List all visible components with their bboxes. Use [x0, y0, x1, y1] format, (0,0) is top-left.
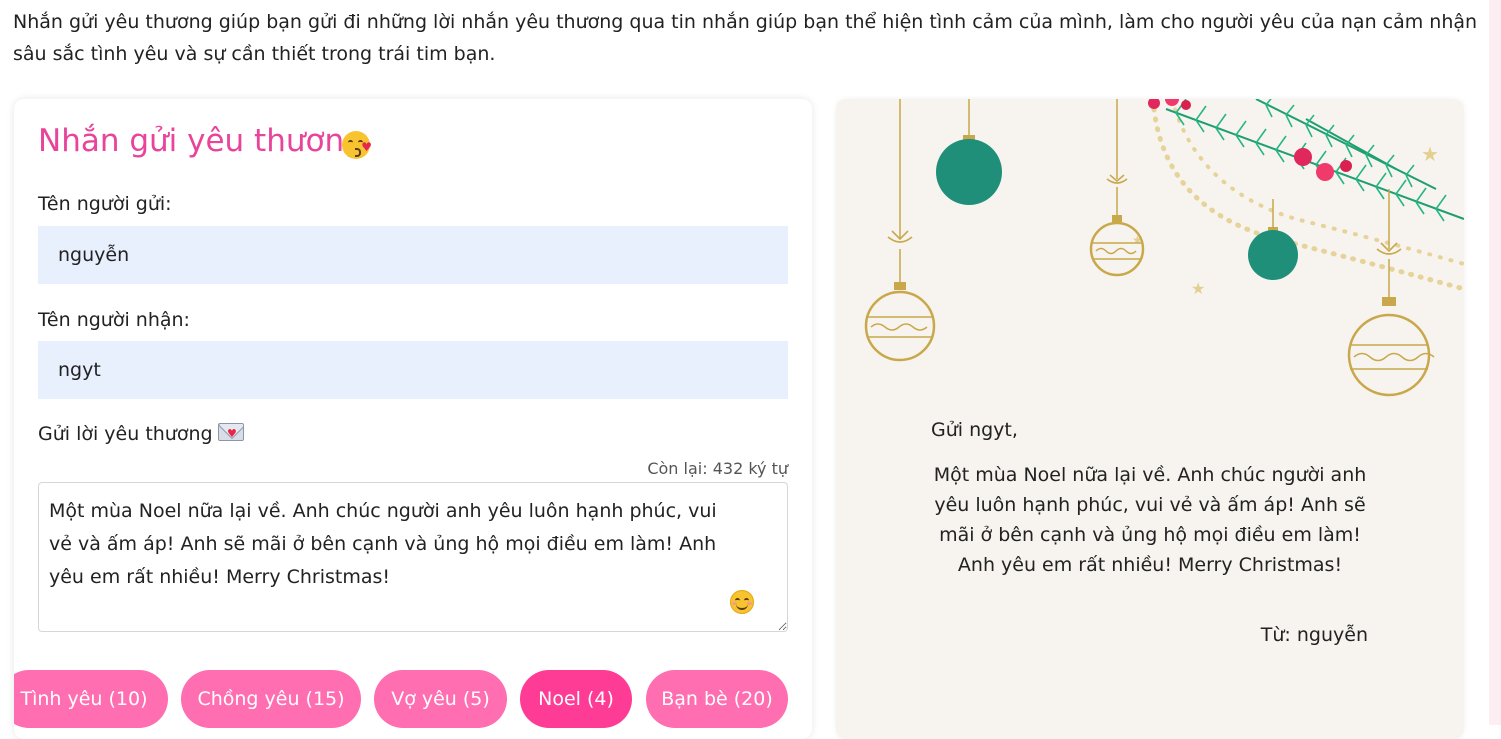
message-form-card: Nhắn gửi yêu thương ♥ Tên người gửi: Tên… — [14, 99, 812, 739]
svg-text:★: ★ — [1191, 279, 1205, 298]
category-pill-noel[interactable]: Noel (4) — [520, 670, 632, 728]
char-counter: Còn lại: 432 ký tự — [647, 459, 788, 478]
receiver-label: Tên người nhận: — [38, 309, 190, 331]
category-pill-vo-yeu[interactable]: Vợ yêu (5) — [374, 670, 507, 728]
love-letter-icon: ♥ — [218, 423, 244, 441]
preview-greeting: Gửi ngyt, — [931, 419, 1018, 441]
kissing-face-icon: ♥ — [342, 131, 372, 159]
category-tabs: Tình yêu (10) Chồng yêu (15) Vợ yêu (5) … — [14, 670, 812, 730]
page-scroll-edge — [1489, 0, 1501, 725]
message-label: Gửi lời yêu thương — [38, 423, 213, 445]
sender-name-input[interactable] — [38, 226, 788, 284]
message-preview-card: ★ ★ ★ Gửi ngyt, Một mùa Noel nữa lại về.… — [836, 99, 1464, 739]
sender-label: Tên người gửi: — [38, 193, 172, 215]
message-textarea[interactable]: Một mùa Noel nữa lại về. Anh chúc người … — [38, 482, 788, 632]
preview-message: Một mùa Noel nữa lại về. Anh chúc người … — [933, 464, 1367, 576]
christmas-ornaments-icon: ★ ★ ★ — [864, 99, 1464, 397]
category-pill-chong-yeu[interactable]: Chồng yêu (15) — [181, 670, 361, 728]
svg-text:★: ★ — [1421, 142, 1439, 166]
preview-signature: Từ: nguyễn — [1260, 624, 1368, 646]
smiling-face-icon[interactable] — [730, 590, 754, 614]
category-pill-tinh-yeu[interactable]: Tình yêu (10) — [14, 670, 168, 728]
intro-text: Nhắn gửi yêu thương giúp bạn gửi đi nhữn… — [13, 11, 1478, 65]
category-pill-ban-be[interactable]: Bạn bè (20) — [646, 670, 788, 728]
receiver-name-input[interactable] — [38, 341, 788, 399]
form-title: Nhắn gửi yêu thương — [38, 123, 364, 159]
